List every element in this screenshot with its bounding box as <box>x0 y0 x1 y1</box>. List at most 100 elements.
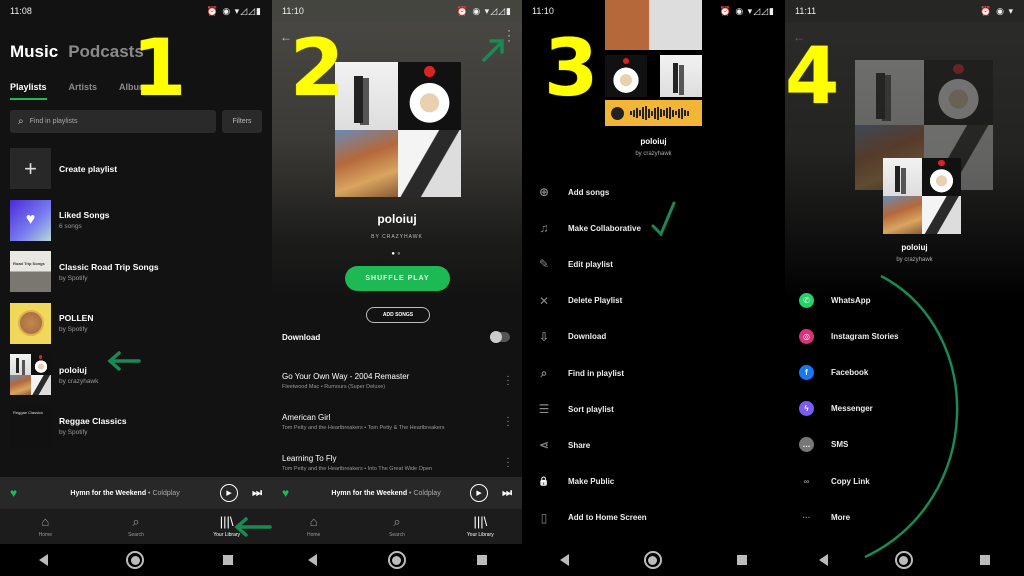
list-item-liked-songs[interactable]: ♥ Liked Songs 6 songs <box>10 195 272 247</box>
list-item-create-playlist[interactable]: + Create playlist <box>10 143 272 195</box>
home-circle-icon[interactable] <box>126 551 145 569</box>
heart-icon[interactable]: ♥ <box>10 486 30 500</box>
status-time: 11:08 <box>10 6 32 16</box>
nav-your-library[interactable]: |||\ Your Library <box>450 515 510 539</box>
spotify-code <box>605 100 702 126</box>
download-icon: ⇩ <box>538 329 550 344</box>
track-more-icon[interactable]: · · · <box>504 453 512 471</box>
spotify-logo-icon <box>611 106 624 120</box>
status-time: 11:10 <box>532 6 554 16</box>
search-icon: ⌕ <box>18 116 24 127</box>
download-row: Download <box>282 331 510 343</box>
music-note-icon: ♫ <box>539 221 549 236</box>
add-songs-button[interactable]: ADD SONGS <box>366 307 430 323</box>
add-circle-icon: ⊕ <box>538 185 550 200</box>
menu-sort-playlist[interactable]: ☰ Sort playlist <box>536 391 785 427</box>
back-icon[interactable] <box>39 554 49 566</box>
annotation-arrow <box>482 39 504 62</box>
play-button[interactable]: ▶ <box>220 484 239 502</box>
item-subtitle: by Spotify <box>59 326 88 334</box>
back-icon[interactable] <box>307 554 317 566</box>
download-label: Download <box>282 332 321 342</box>
playlist-cover <box>10 251 51 293</box>
track-row[interactable]: Go Your Own Way - 2004 Remaster Fleetwood… <box>282 360 512 401</box>
playlist-title: poloiuj <box>640 137 667 146</box>
search-icon: ⌕ <box>132 514 140 529</box>
recents-icon[interactable] <box>476 555 487 565</box>
recents-icon[interactable] <box>222 555 233 565</box>
playlist-cover <box>10 302 51 344</box>
now-playing-text: Hymn for the Weekend • Coldplay <box>70 489 180 497</box>
play-button[interactable]: ▶ <box>470 484 489 502</box>
subtab-artists[interactable]: Artists <box>69 82 98 100</box>
playlist-owner: by crazyhawk <box>635 151 672 157</box>
list-item-reggae-classics[interactable]: Reggae Classics by Spotify <box>10 401 272 453</box>
menu-add-to-home-screen[interactable]: ▯ Add to Home Screen <box>536 500 785 536</box>
menu-make-public[interactable]: 🔒 Make Public <box>536 464 785 500</box>
home-icon: ⌂ <box>309 514 318 529</box>
mini-player[interactable]: ♥ Hymn for the Weekend • Coldplay ▶ ⏭ <box>272 477 522 509</box>
subtab-playlists[interactable]: Playlists <box>10 82 47 100</box>
list-item-classic-road-trip[interactable]: Classic Road Trip Songs by Spotify <box>10 246 272 298</box>
mini-player[interactable]: ♥ Hymn for the Weekend • Coldplay ▶ ⏭ <box>0 477 272 509</box>
panel-playlist-options: 11:10 ⏰ ◉ ▾◿◿▮ poloiuj by crazyhawk ⊕ Add… <box>522 0 785 576</box>
menu-find-in-playlist[interactable]: ⌕ Find in playlist <box>536 355 785 391</box>
item-subtitle: by crazyhawk <box>59 377 99 385</box>
nav-search[interactable]: ⌕ Search <box>367 514 427 539</box>
nav-search[interactable]: ⌕ Search <box>106 514 166 539</box>
annotation-checkmark <box>651 201 676 237</box>
heart-icon[interactable]: ♥ <box>282 486 302 500</box>
item-title: Reggae Classics <box>59 416 127 427</box>
playlist-cover-mosaic <box>10 354 51 396</box>
now-playing-text: Hymn for the Weekend • Coldplay <box>331 489 441 497</box>
menu-delete-playlist[interactable]: ✕ Delete Playlist <box>536 283 785 319</box>
track-more-icon[interactable]: · · · <box>504 371 512 389</box>
search-icon: ⌕ <box>393 514 401 529</box>
heart-icon: ♥ <box>10 199 51 241</box>
playlist-title: poloiuj <box>377 212 417 226</box>
android-nav-bar <box>522 544 785 576</box>
menu-edit-playlist[interactable]: ✎ Edit playlist <box>536 246 785 282</box>
annotation-arrow <box>107 351 141 371</box>
skip-next-button[interactable]: ⏭ <box>502 487 512 500</box>
search-placeholder: Find in playlists <box>29 118 78 125</box>
panel-your-library: 11:08 ⏰ ◉ ▾◿◿▮ Music Podcasts Playlists … <box>0 0 272 576</box>
nav-home[interactable]: ⌂ Home <box>15 515 75 539</box>
panel-share-menu: 11:11 ⏰ ◉ ▾ ← poloiuj by crazyhawk ✆ What… <box>785 0 1024 576</box>
library-header: Music Podcasts <box>10 42 144 62</box>
status-time: 11:10 <box>282 6 304 16</box>
sort-icon: ☰ <box>538 402 550 417</box>
android-nav-bar <box>0 544 272 576</box>
status-icons: ⏰ ◉ ▾◿◿▮ <box>456 5 512 16</box>
skip-next-button[interactable]: ⏭ <box>252 487 262 500</box>
shuffle-play-button[interactable]: SHUFFLE PLAY <box>345 266 450 291</box>
annotation-arrow <box>234 517 272 537</box>
track-row[interactable]: American Girl Tom Petty and the Heartbrea… <box>282 401 512 442</box>
home-circle-icon[interactable] <box>387 551 406 569</box>
back-icon[interactable] <box>559 554 569 566</box>
status-icons: ⏰ ◉ ▾◿◿▮ <box>719 5 775 16</box>
item-subtitle: 6 songs <box>59 223 82 231</box>
tab-music[interactable]: Music <box>10 42 58 62</box>
filters-button[interactable]: Filters <box>222 110 262 133</box>
recents-icon[interactable] <box>737 555 748 565</box>
playlist-cover <box>10 405 51 447</box>
track-more-icon[interactable]: · · · <box>504 412 512 430</box>
download-toggle[interactable] <box>490 331 510 343</box>
annotation-curve <box>864 274 959 559</box>
menu-share[interactable]: ⋖ Share <box>536 427 785 463</box>
playlist-cover-with-code <box>605 0 702 126</box>
pencil-icon: ✎ <box>538 257 550 272</box>
item-subtitle: by Spotify <box>59 274 88 282</box>
list-item-pollen[interactable]: POLLEN by Spotify <box>10 298 272 350</box>
home-circle-icon[interactable] <box>643 551 662 569</box>
nav-home[interactable]: ⌂ Home <box>284 514 344 539</box>
share-icon: ⋖ <box>538 438 550 453</box>
lock-icon: 🔒 <box>538 476 550 487</box>
search-icon: ⌕ <box>540 365 548 380</box>
status-icons: ⏰ ◉ ▾◿◿▮ <box>206 5 262 16</box>
plus-icon: + <box>10 148 51 190</box>
library-subtabs: Playlists Artists Albums <box>10 82 152 100</box>
item-title: poloiuj <box>59 364 87 375</box>
menu-download[interactable]: ⇩ Download <box>536 319 785 355</box>
